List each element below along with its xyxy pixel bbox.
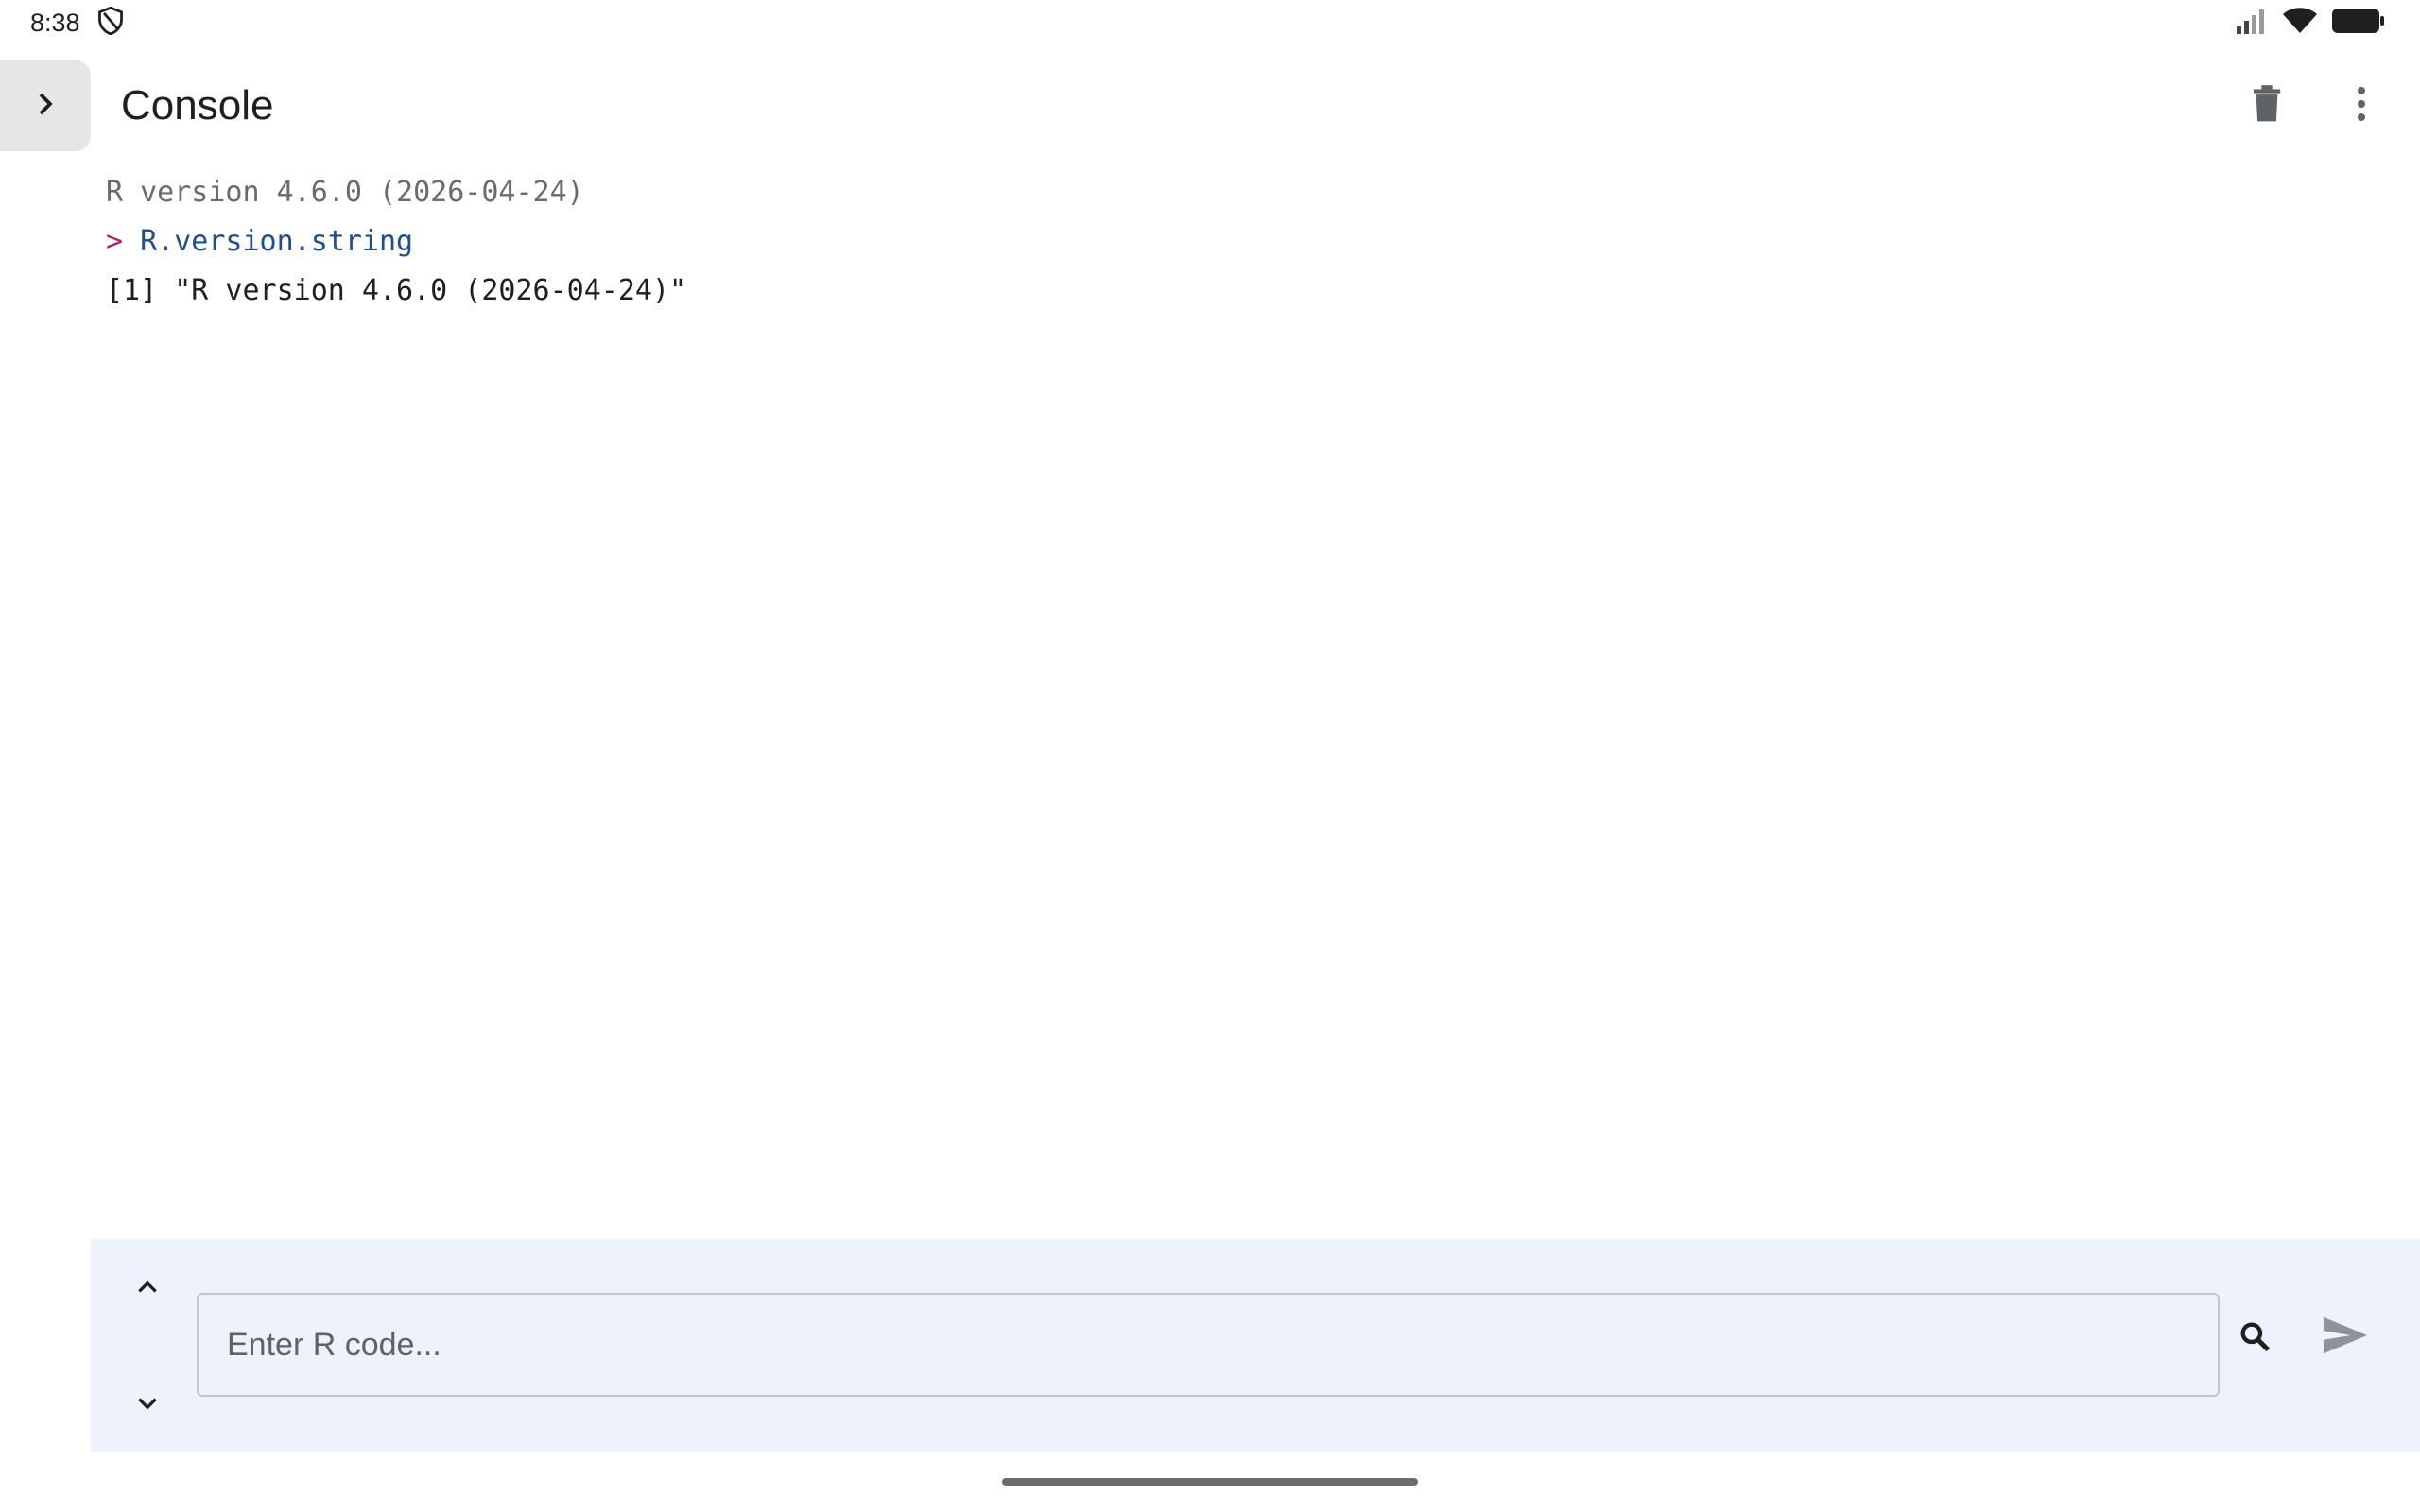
- console-prompt: >: [106, 225, 124, 258]
- history-controls: [129, 1277, 166, 1418]
- console-banner: R version 4.6.0 (2026-04-24): [106, 176, 584, 209]
- clear-console-button[interactable]: [2240, 79, 2293, 132]
- battery-icon: [2331, 8, 2386, 39]
- send-button[interactable]: [2322, 1314, 2369, 1361]
- history-up-button[interactable]: [135, 1277, 160, 1300]
- delete-icon: [2251, 84, 2283, 128]
- console-command: R.version.string: [140, 225, 414, 258]
- chevron-right-icon: [31, 90, 60, 123]
- wifi-icon: [2282, 7, 2318, 40]
- chevron-up-icon: [138, 1280, 157, 1293]
- status-time: 8:38: [30, 8, 80, 37]
- console-output: R version 4.6.0 (2026-04-24) > R.version…: [106, 168, 2382, 316]
- status-bar: 8:38: [0, 0, 2420, 45]
- page-title: Console: [121, 82, 274, 129]
- status-left: 8:38: [30, 6, 124, 40]
- app-actions: [2240, 60, 2388, 151]
- status-right: [2235, 7, 2386, 40]
- home-indicator[interactable]: [1002, 1478, 1418, 1486]
- search-icon: [2240, 1322, 2271, 1352]
- send-icon: [2323, 1316, 2368, 1354]
- console-input-line: > R.version.string: [106, 217, 2382, 266]
- search-button[interactable]: [2237, 1318, 2274, 1361]
- more-options-button[interactable]: [2335, 79, 2388, 132]
- history-down-button[interactable]: [135, 1395, 160, 1418]
- shield-icon: [97, 6, 124, 40]
- console-result: [1] "R version 4.6.0 (2026-04-24)": [106, 274, 687, 307]
- r-code-input[interactable]: [197, 1293, 2220, 1397]
- input-panel: [91, 1239, 2420, 1452]
- drawer-toggle-button[interactable]: [0, 60, 91, 151]
- signal-icon: [2235, 8, 2269, 39]
- more-vert-icon: [2356, 86, 2367, 127]
- chevron-down-icon: [138, 1398, 157, 1410]
- app-bar: Console: [0, 60, 2420, 151]
